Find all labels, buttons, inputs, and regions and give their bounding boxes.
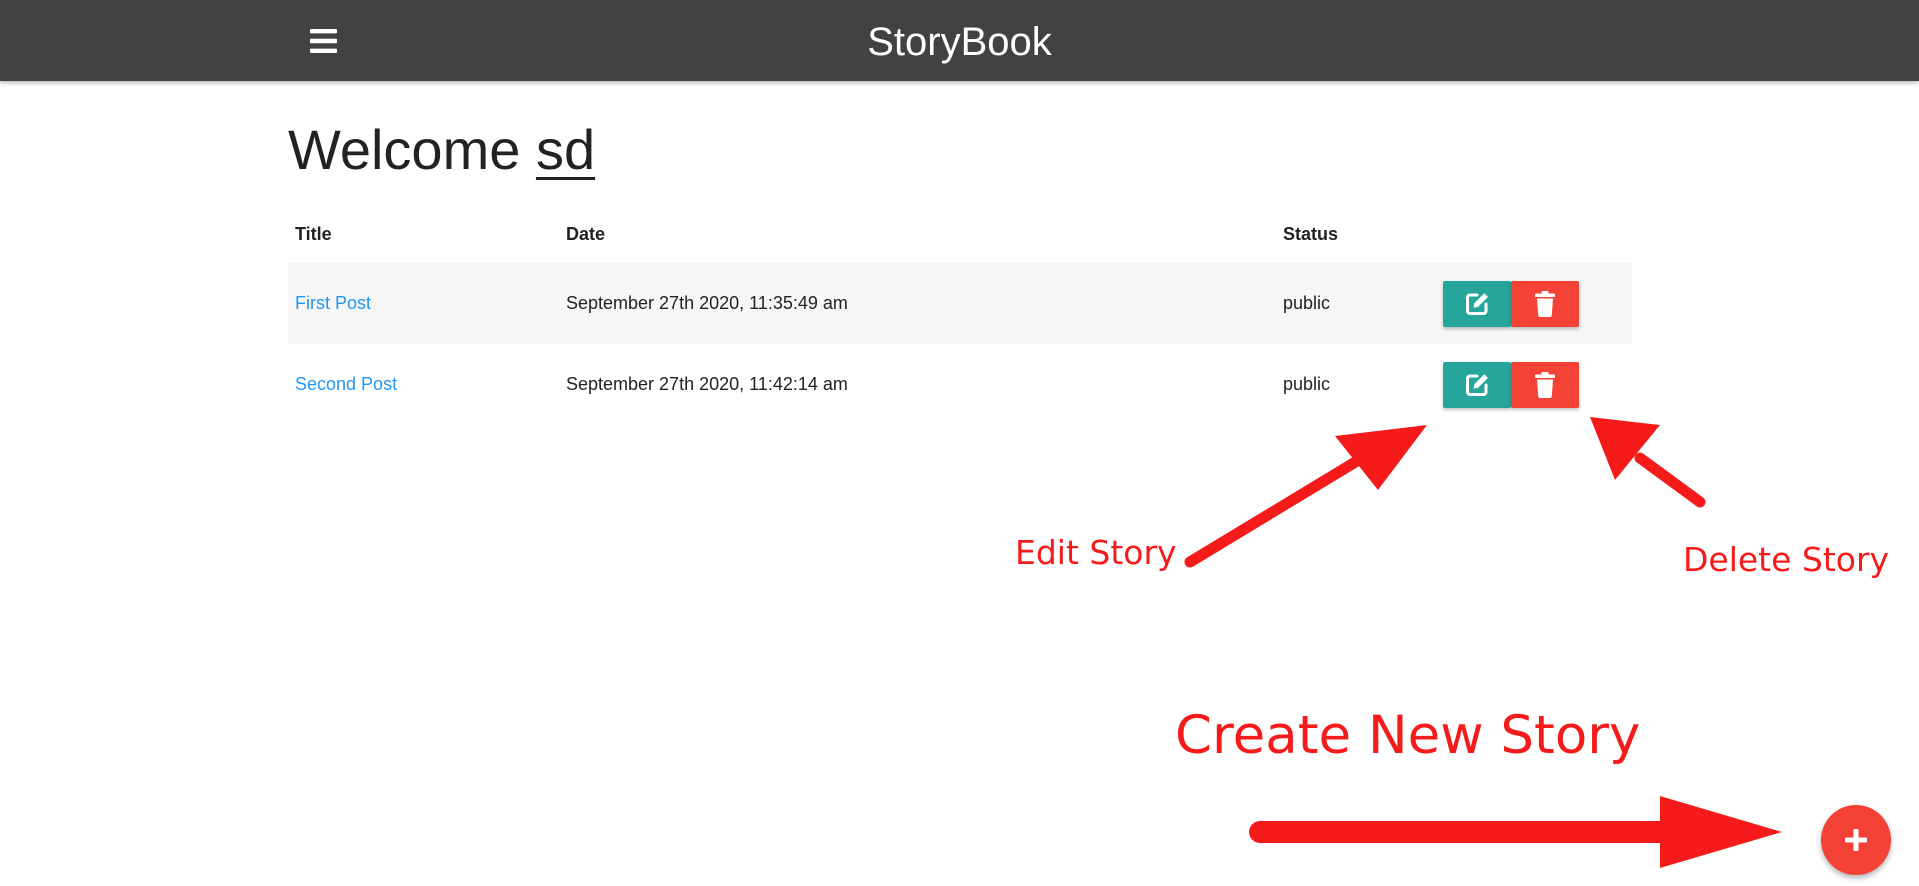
table-row: First Post September 27th 2020, 11:35:49… xyxy=(288,263,1632,344)
edit-icon xyxy=(1466,373,1488,396)
hamburger-menu-icon[interactable] xyxy=(300,21,346,61)
title-cell: First Post xyxy=(295,263,371,344)
status-cell: public xyxy=(1283,374,1331,394)
story-title-link[interactable]: Second Post xyxy=(295,374,397,395)
brand-logo[interactable]: StoryBook xyxy=(867,20,1052,64)
delete-arrow-shaft xyxy=(1634,452,1706,508)
create-arrow-head xyxy=(1660,796,1782,868)
welcome-prefix: Welcome xyxy=(288,118,536,181)
welcome-heading: Welcome sd xyxy=(288,112,595,188)
storybook-dashboard: StoryBook Welcome sd Title Date Status F… xyxy=(0,0,1919,886)
top-navbar: StoryBook xyxy=(0,0,1919,81)
delete-story-button[interactable] xyxy=(1511,280,1579,327)
table-header-row: Title Date Status xyxy=(288,205,1632,263)
edit-story-button[interactable] xyxy=(1443,361,1511,408)
edit-story-annotation: Edit Story xyxy=(1015,533,1177,572)
add-story-button[interactable] xyxy=(1821,805,1891,875)
edit-icon xyxy=(1466,292,1488,315)
trash-icon xyxy=(1535,290,1555,317)
trash-icon xyxy=(1535,371,1555,398)
brand-logo-container: StoryBook xyxy=(0,0,1919,81)
edit-story-button[interactable] xyxy=(1443,280,1511,327)
title-cell: Second Post xyxy=(295,344,397,425)
actions-cell xyxy=(1443,344,1579,425)
delete-arrow-head xyxy=(1590,417,1660,480)
edit-arrow-head xyxy=(1335,425,1427,490)
stories-table: Title Date Status First Post September 2… xyxy=(288,205,1632,425)
date-cell: September 27th 2020, 11:35:49 am xyxy=(566,293,848,313)
header-status: Status xyxy=(1283,223,1339,244)
table-row: Second Post September 27th 2020, 11:42:1… xyxy=(288,344,1632,425)
header-date: Date xyxy=(566,223,606,244)
plus-icon xyxy=(1845,829,1867,851)
story-title-link[interactable]: First Post xyxy=(295,293,371,314)
welcome-username: sd xyxy=(535,118,596,181)
edit-arrow-shaft xyxy=(1184,452,1368,568)
status-cell: public xyxy=(1283,293,1331,313)
date-cell: September 27th 2020, 11:42:14 am xyxy=(566,374,848,394)
delete-story-annotation: Delete Story xyxy=(1683,540,1890,579)
header-title: Title xyxy=(295,223,332,244)
delete-story-button[interactable] xyxy=(1511,361,1579,408)
actions-cell xyxy=(1443,263,1579,344)
create-story-annotation: Create New Story xyxy=(1175,705,1641,766)
